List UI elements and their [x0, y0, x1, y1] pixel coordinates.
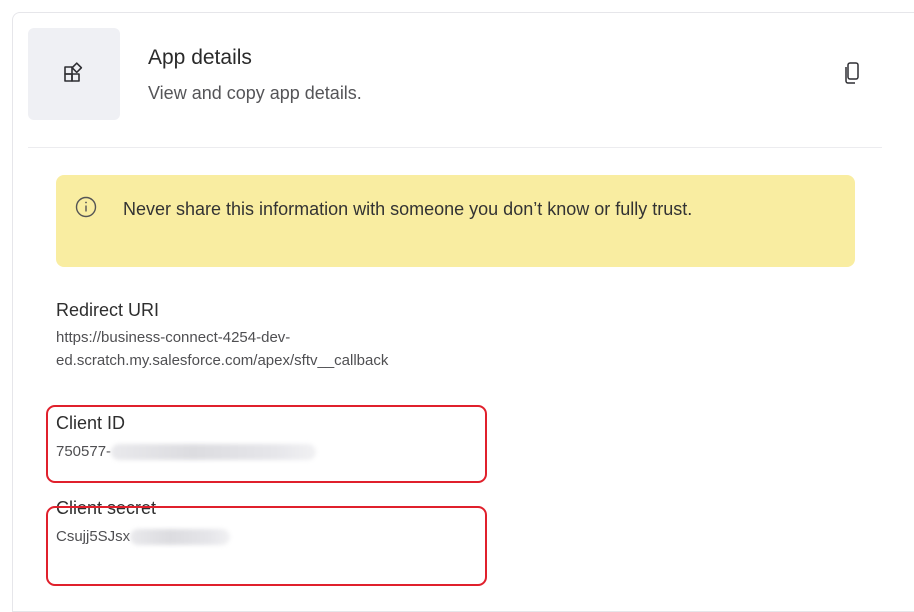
- warning-banner: Never share this information with someon…: [56, 175, 855, 267]
- client-id-highlight: [46, 405, 487, 483]
- header-divider: [28, 147, 882, 148]
- copy-button[interactable]: [837, 58, 867, 88]
- app-icon-tile: [28, 28, 120, 120]
- app-details-header: App details View and copy app details.: [28, 28, 914, 120]
- apps-icon: [64, 62, 83, 82]
- redirect-uri-value-line1: https://business-connect-4254-dev-: [56, 329, 291, 346]
- warning-text: Never share this information with someon…: [123, 199, 693, 219]
- page-subtitle: View and copy app details.: [148, 83, 362, 103]
- info-icon: [75, 196, 97, 218]
- client-secret-highlight: [46, 506, 487, 586]
- redirect-uri-value-line2: ed.scratch.my.salesforce.com/apex/sftv__…: [56, 352, 389, 369]
- page-title: App details: [148, 46, 252, 69]
- redirect-uri-field: Redirect URI https://business-connect-42…: [56, 300, 388, 372]
- copy-icon: [845, 62, 859, 84]
- redirect-uri-label: Redirect URI: [56, 300, 160, 320]
